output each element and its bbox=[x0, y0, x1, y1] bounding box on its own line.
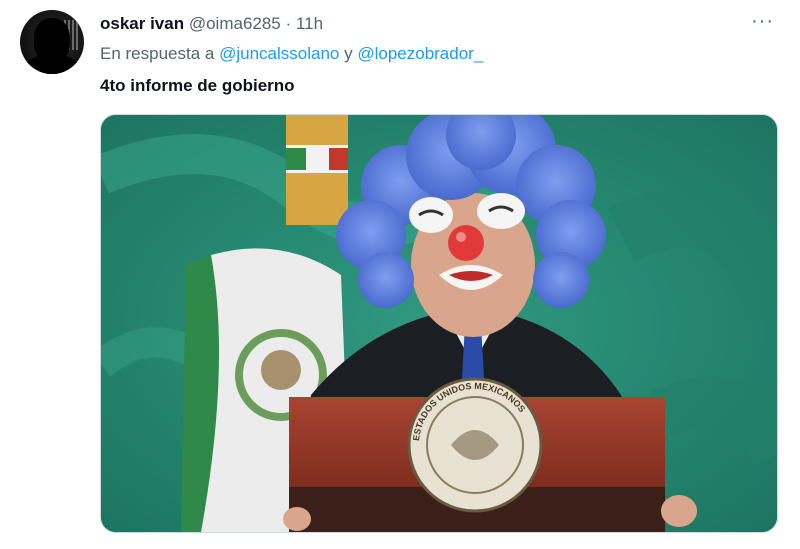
timestamp[interactable]: 11h bbox=[296, 14, 323, 33]
tweet-header: oskar ivan @oima6285 · 11h bbox=[100, 14, 323, 34]
mention-link[interactable]: @juncalssolano bbox=[219, 44, 339, 63]
tweet-image[interactable]: ESTADOS UNIDOS MEXICANOS bbox=[100, 114, 778, 533]
user-handle[interactable]: @oima6285 bbox=[189, 14, 281, 33]
mention-link[interactable]: @lopezobrador_ bbox=[357, 44, 483, 63]
reply-conjunction: y bbox=[344, 44, 353, 63]
reply-prefix: En respuesta a bbox=[100, 44, 215, 63]
user-avatar[interactable] bbox=[20, 10, 84, 74]
more-options-icon[interactable]: ··· bbox=[751, 10, 774, 33]
separator-dot: · bbox=[285, 14, 292, 33]
reply-context: En respuesta a @juncalssolano y @lopezob… bbox=[100, 44, 483, 64]
tweet-text: 4to informe de gobierno bbox=[100, 76, 295, 95]
image-illustration: ESTADOS UNIDOS MEXICANOS bbox=[101, 115, 777, 532]
display-name[interactable]: oskar ivan bbox=[100, 14, 184, 33]
